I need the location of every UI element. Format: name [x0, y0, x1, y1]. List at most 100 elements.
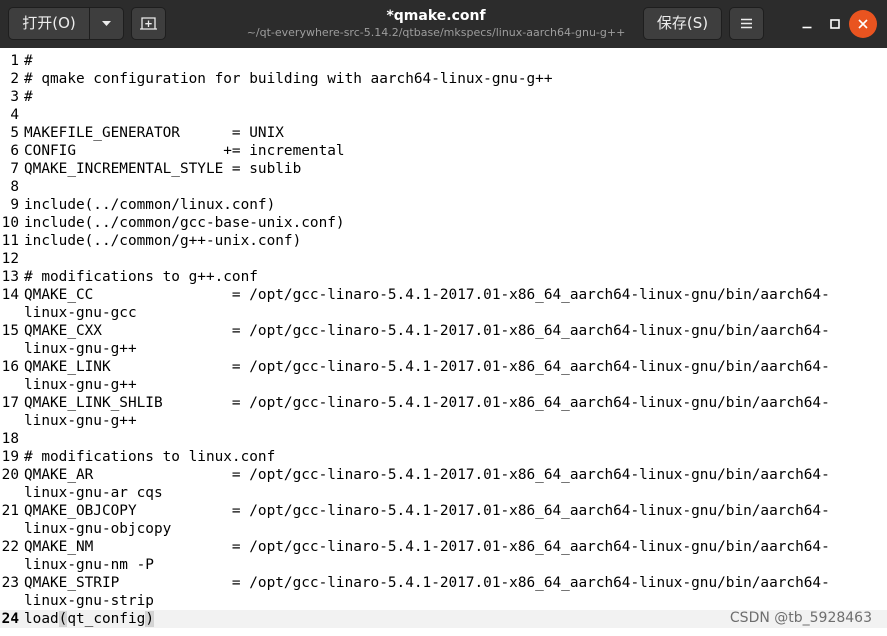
wrapped-line[interactable]: linux-gnu-strip — [0, 592, 887, 610]
code-line[interactable]: 16 QMAKE_LINK = /opt/gcc-linaro-5.4.1-201… — [0, 358, 887, 376]
hamburger-menu-icon — [741, 18, 752, 29]
line-text-continuation[interactable]: linux-gnu-strip — [24, 592, 154, 610]
maximize-icon — [830, 19, 840, 29]
line-text[interactable]: include(../common/linux.conf) — [24, 196, 275, 214]
code-line[interactable]: 8 — [0, 178, 887, 196]
maximize-button[interactable] — [821, 10, 849, 38]
line-number: 9 — [10, 197, 19, 213]
save-button[interactable]: 保存(S) — [643, 7, 722, 40]
menu-button[interactable] — [729, 7, 764, 40]
code-line[interactable]: 2 # qmake configuration for building with… — [0, 70, 887, 88]
line-number: 4 — [10, 107, 19, 123]
line-text-continuation[interactable]: linux-gnu-g++ — [24, 340, 137, 358]
line-number: 18 — [1, 431, 19, 447]
line-text[interactable]: # modifications to linux.conf — [24, 448, 275, 466]
code-line[interactable]: 3 # — [0, 88, 887, 106]
wrapped-line[interactable]: linux-gnu-gcc — [0, 304, 887, 322]
wrapped-line[interactable]: linux-gnu-g++ — [0, 412, 887, 430]
line-text-continuation[interactable]: linux-gnu-g++ — [24, 412, 137, 430]
line-number: 7 — [10, 161, 19, 177]
code-line[interactable]: 15 QMAKE_CXX = /opt/gcc-linaro-5.4.1-2017… — [0, 322, 887, 340]
code-line[interactable]: 21 QMAKE_OBJCOPY = /opt/gcc-linaro-5.4.1-… — [0, 502, 887, 520]
code-token: qt_config — [67, 611, 146, 627]
line-number: 17 — [1, 395, 19, 411]
line-number: 21 — [1, 503, 19, 519]
line-text[interactable]: QMAKE_NM = /opt/gcc-linaro-5.4.1-2017.01… — [24, 538, 830, 556]
new-tab-button[interactable] — [131, 7, 166, 40]
minimize-button[interactable] — [793, 10, 821, 38]
wrapped-line[interactable]: linux-gnu-g++ — [0, 340, 887, 358]
window-title: *qmake.conf — [386, 8, 486, 24]
line-text[interactable]: QMAKE_CXX = /opt/gcc-linaro-5.4.1-2017.0… — [24, 322, 830, 340]
code-line[interactable]: 11 include(../common/g++-unix.conf) — [0, 232, 887, 250]
line-text[interactable]: # modifications to g++.conf — [24, 268, 258, 286]
code-line[interactable]: 19 # modifications to linux.conf — [0, 448, 887, 466]
wrapped-line[interactable]: linux-gnu-objcopy — [0, 520, 887, 538]
line-number: 8 — [10, 179, 19, 195]
wrapped-line[interactable]: linux-gnu-g++ — [0, 376, 887, 394]
code-line[interactable]: 23 QMAKE_STRIP = /opt/gcc-linaro-5.4.1-20… — [0, 574, 887, 592]
line-text[interactable]: # qmake configuration for building with … — [24, 70, 553, 88]
code-line[interactable]: 20 QMAKE_AR = /opt/gcc-linaro-5.4.1-2017.… — [0, 466, 887, 484]
line-text[interactable]: include(../common/gcc-base-unix.conf) — [24, 214, 345, 232]
header-bar: 打开(O) *qmake.conf ~/qt-everywhere-src-5.… — [0, 0, 887, 48]
line-number: 24 — [1, 611, 19, 627]
code-line[interactable]: 1 # — [0, 52, 887, 70]
line-text-continuation[interactable]: linux-gnu-ar cqs — [24, 484, 163, 502]
line-number: 1 — [10, 53, 19, 69]
code-line[interactable]: 13 # modifications to g++.conf — [0, 268, 887, 286]
code-line[interactable]: 7 QMAKE_INCREMENTAL_STYLE = sublib — [0, 160, 887, 178]
text-editor[interactable]: 1 #2 # qmake configuration for building wi… — [0, 48, 887, 636]
matched-bracket: ) — [145, 611, 154, 627]
open-button[interactable]: 打开(O) — [8, 7, 90, 40]
code-line[interactable]: 6 CONFIG += incremental — [0, 142, 887, 160]
line-number: 20 — [1, 467, 19, 483]
line-number: 19 — [1, 449, 19, 465]
line-text[interactable]: QMAKE_STRIP = /opt/gcc-linaro-5.4.1-2017… — [24, 574, 830, 592]
code-line[interactable]: 5 MAKEFILE_GENERATOR = UNIX — [0, 124, 887, 142]
line-text[interactable]: # — [24, 88, 33, 106]
line-number: 14 — [1, 287, 19, 303]
line-number: 16 — [1, 359, 19, 375]
line-text-continuation[interactable]: linux-gnu-g++ — [24, 376, 137, 394]
code-line[interactable]: 18 — [0, 430, 887, 448]
line-text[interactable]: CONFIG += incremental — [24, 142, 345, 160]
line-text[interactable]: MAKEFILE_GENERATOR = UNIX — [24, 124, 284, 142]
line-number: 11 — [1, 233, 19, 249]
line-text-continuation[interactable]: linux-gnu-objcopy — [24, 520, 171, 538]
window-subtitle: ~/qt-everywhere-src-5.14.2/qtbase/mkspec… — [246, 26, 626, 39]
line-number: 2 — [10, 71, 19, 87]
code-line[interactable]: 12 — [0, 250, 887, 268]
wrapped-line[interactable]: linux-gnu-nm -P — [0, 556, 887, 574]
code-token: load — [24, 611, 59, 627]
line-text[interactable]: QMAKE_INCREMENTAL_STYLE = sublib — [24, 160, 301, 178]
wrapped-line[interactable]: linux-gnu-ar cqs — [0, 484, 887, 502]
code-line[interactable]: 4 — [0, 106, 887, 124]
line-text[interactable]: QMAKE_LINK_SHLIB = /opt/gcc-linaro-5.4.1… — [24, 394, 830, 412]
line-text-continuation[interactable]: linux-gnu-gcc — [24, 304, 137, 322]
line-text[interactable]: load(qt_config) — [24, 610, 154, 628]
chevron-down-icon — [102, 21, 111, 26]
close-button[interactable] — [849, 10, 877, 38]
line-text[interactable]: QMAKE_AR = /opt/gcc-linaro-5.4.1-2017.01… — [24, 466, 830, 484]
line-number: 23 — [1, 575, 19, 591]
line-text[interactable]: QMAKE_OBJCOPY = /opt/gcc-linaro-5.4.1-20… — [24, 502, 830, 520]
line-number: 10 — [1, 215, 19, 231]
code-line[interactable]: 14 QMAKE_CC = /opt/gcc-linaro-5.4.1-2017.… — [0, 286, 887, 304]
code-line[interactable]: 9 include(../common/linux.conf) — [0, 196, 887, 214]
line-text[interactable]: QMAKE_CC = /opt/gcc-linaro-5.4.1-2017.01… — [24, 286, 830, 304]
line-number: 22 — [1, 539, 19, 555]
watermark: CSDN @tb_5928463 — [729, 610, 872, 626]
new-tab-icon — [140, 17, 157, 30]
code-line[interactable]: 22 QMAKE_NM = /opt/gcc-linaro-5.4.1-2017.… — [0, 538, 887, 556]
code-line[interactable]: 10 include(../common/gcc-base-unix.conf) — [0, 214, 887, 232]
line-text-continuation[interactable]: linux-gnu-nm -P — [24, 556, 154, 574]
line-number: 3 — [10, 89, 19, 105]
line-number: 6 — [10, 143, 19, 159]
line-text[interactable]: QMAKE_LINK = /opt/gcc-linaro-5.4.1-2017.… — [24, 358, 830, 376]
open-menu-button[interactable] — [89, 7, 124, 40]
minimize-icon — [802, 26, 812, 29]
code-line[interactable]: 17 QMAKE_LINK_SHLIB = /opt/gcc-linaro-5.4… — [0, 394, 887, 412]
line-text[interactable]: # — [24, 52, 33, 70]
line-text[interactable]: include(../common/g++-unix.conf) — [24, 232, 301, 250]
